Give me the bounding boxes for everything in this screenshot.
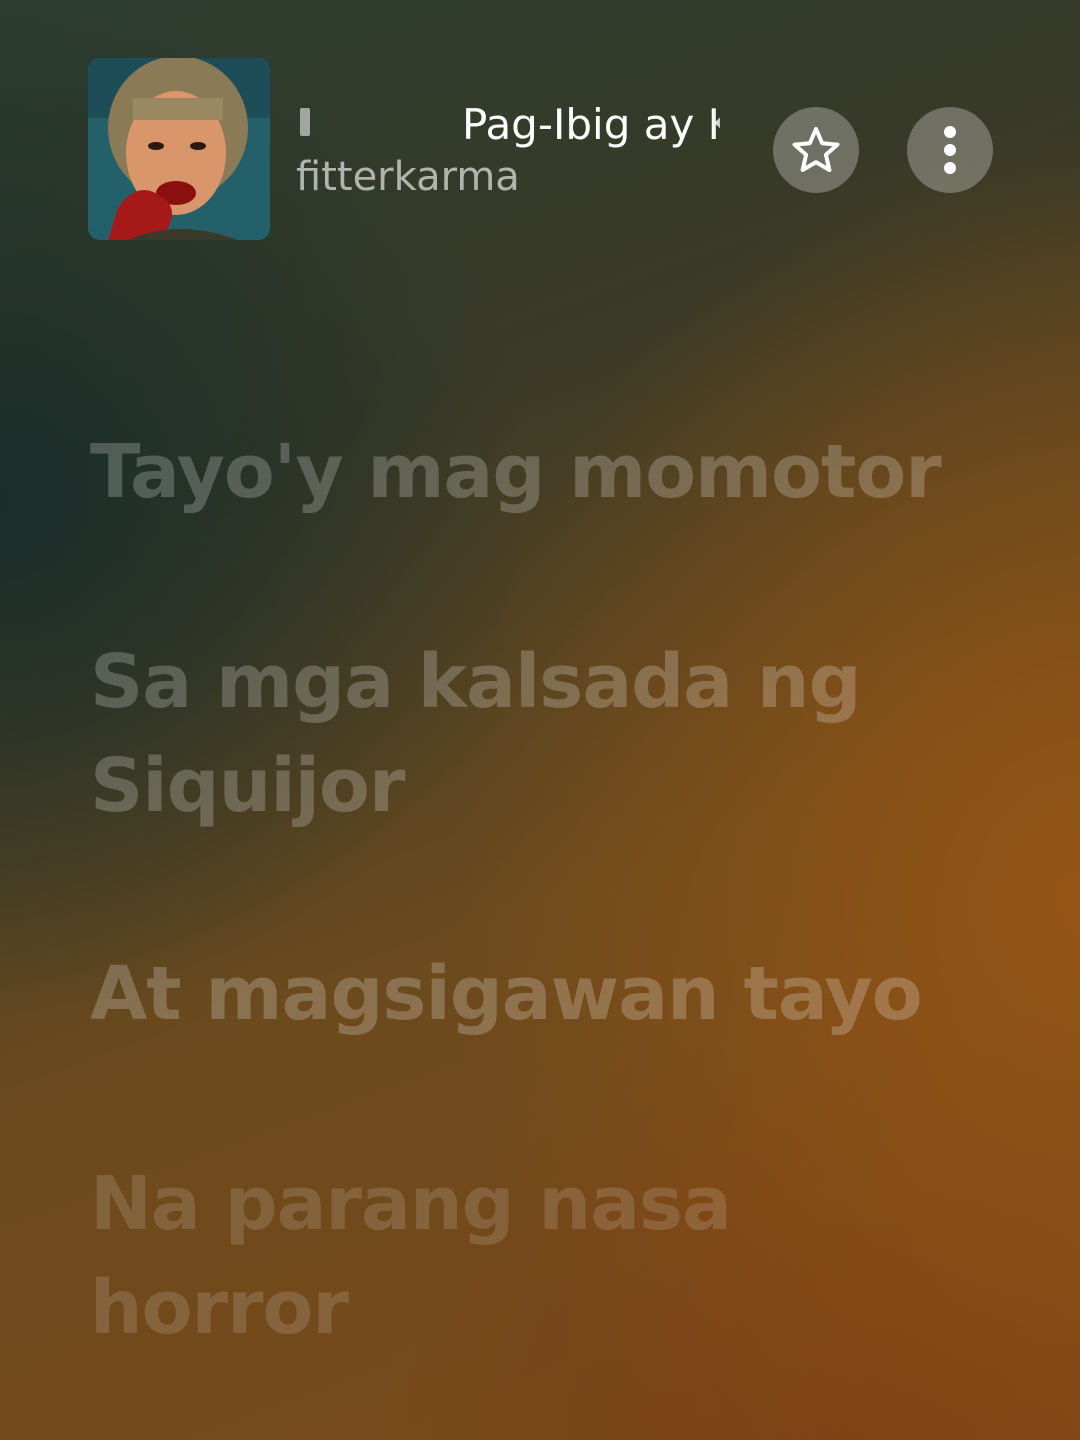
more-options-button[interactable]	[907, 107, 993, 193]
more-vertical-icon	[944, 126, 956, 174]
lyric-line[interactable]: At magsigawan tayo	[90, 942, 923, 1046]
track-title-marquee: Pag-Ibig ay K	[296, 98, 720, 152]
marquee-fade-edge	[300, 108, 310, 136]
star-icon	[792, 127, 840, 172]
lyric-line[interactable]: Na parang nasa horror	[90, 1152, 990, 1360]
track-title: Pag-Ibig ay K	[462, 100, 720, 149]
artist-name[interactable]: fitterkarma	[296, 154, 520, 200]
lyric-line[interactable]: Sa mga kalsada ng Siquijor	[90, 630, 990, 838]
lyric-line[interactable]: Tayo'y mag momotor	[90, 420, 942, 524]
favorite-button[interactable]	[773, 107, 859, 193]
album-art[interactable]	[88, 58, 270, 240]
album-art-image	[88, 58, 270, 240]
